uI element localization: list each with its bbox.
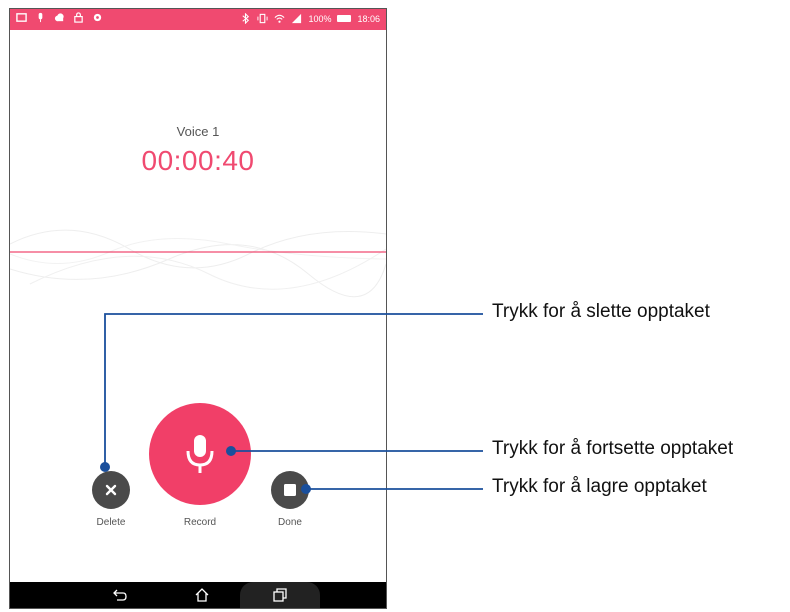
done-callout-text: Trykk for å lagre opptaket	[492, 476, 707, 497]
delete-callout-text: Trykk for å slette opptaket	[492, 301, 710, 322]
record-callout-text: Trykk for å fortsette opptaket	[492, 438, 734, 459]
delete-callout-line	[104, 313, 483, 467]
done-callout-dot	[301, 484, 311, 494]
delete-callout-dot	[100, 462, 110, 472]
record-callout-dot	[226, 446, 236, 456]
